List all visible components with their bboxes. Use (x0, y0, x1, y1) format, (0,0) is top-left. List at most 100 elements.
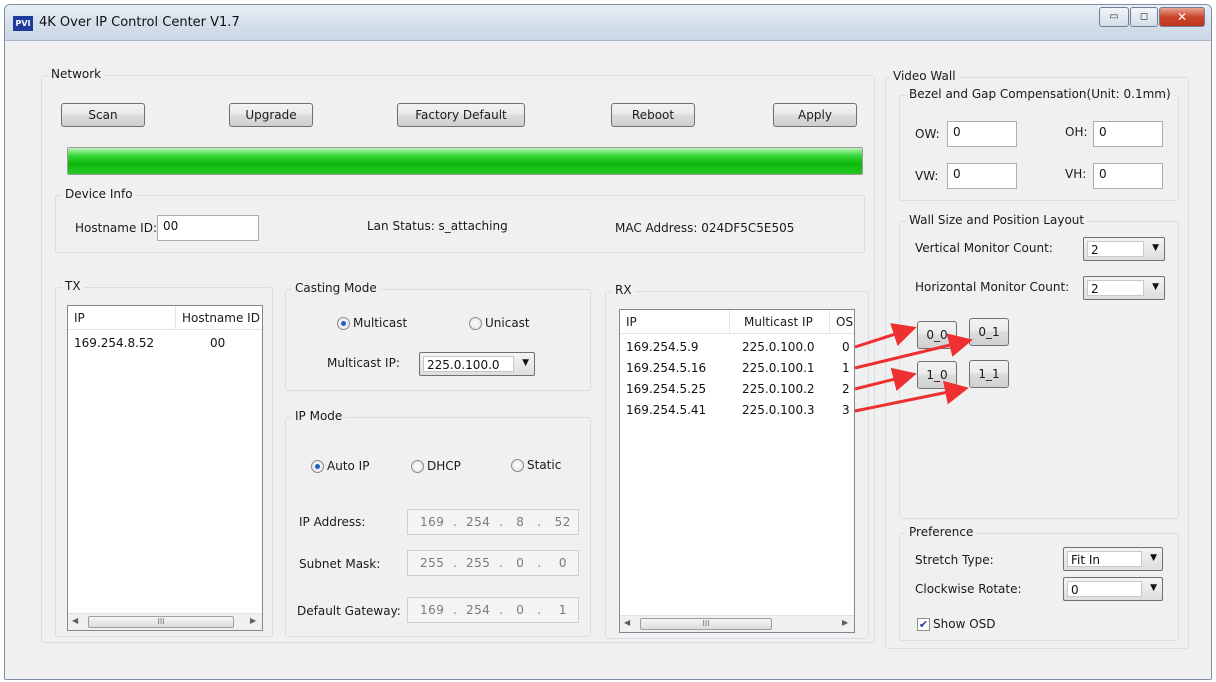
ow-input[interactable]: 0 (947, 121, 1017, 147)
unicast-radio-label[interactable]: Unicast (485, 316, 530, 330)
oh-input[interactable]: 0 (1093, 121, 1163, 147)
tx-list[interactable]: IP Hostname ID 169.254.8.52 00 ◀ III ▶ (67, 305, 263, 631)
scroll-right-arrow-icon[interactable]: ▶ (250, 616, 256, 625)
dhcp-radio-label[interactable]: DHCP (427, 459, 461, 473)
tx-row-ip: 169.254.8.52 (74, 336, 155, 350)
static-radio-label[interactable]: Static (527, 458, 561, 472)
table-row[interactable]: 169.254.8.52 00 (68, 334, 262, 355)
video-wall-label: Video Wall (890, 69, 959, 83)
horizontal-count-value: 2 (1087, 280, 1144, 296)
app-window: PVI 4K Over IP Control Center V1.7 ▭ ◻ ✕… (4, 4, 1212, 680)
vh-label: VH: (1065, 167, 1087, 181)
multicast-radio-label[interactable]: Multicast (353, 316, 407, 330)
wall-layout-label: Wall Size and Position Layout (906, 213, 1088, 227)
ip-address-field[interactable]: 169 . 254 . 8 . 52 (407, 509, 579, 535)
default-gateway-field[interactable]: 169 . 254 . 0 . 1 (407, 597, 579, 623)
rx-row-osd: 2 (842, 382, 850, 396)
multicast-ip-select[interactable]: 225.0.100.0 ▼ (419, 352, 535, 376)
table-row[interactable]: 169.254.5.41 225.0.100.3 3 (620, 401, 854, 422)
vh-input[interactable]: 0 (1093, 163, 1163, 189)
close-button[interactable]: ✕ (1159, 7, 1205, 27)
app-logo-icon: PVI (13, 16, 33, 31)
subnet-mask-field[interactable]: 255 . 255 . 0 . 0 (407, 550, 579, 576)
rx-row-multicast-ip: 225.0.100.2 (742, 382, 815, 396)
horizontal-count-select[interactable]: 2 ▼ (1083, 276, 1165, 300)
position-button-0-1[interactable]: 0_1 (969, 318, 1009, 346)
show-osd-label[interactable]: Show OSD (933, 617, 996, 631)
ip-mode-label: IP Mode (292, 409, 346, 423)
rx-horizontal-scrollbar[interactable]: ◀ III ▶ (620, 615, 854, 632)
rx-col-osd[interactable]: OSD (830, 310, 854, 334)
rx-row-ip: 169.254.5.9 (626, 340, 699, 354)
vw-label: VW: (915, 169, 939, 183)
preference-label: Preference (906, 525, 977, 539)
apply-button[interactable]: Apply (773, 103, 857, 127)
chevron-down-icon: ▼ (1152, 243, 1159, 253)
vertical-count-select[interactable]: 2 ▼ (1083, 237, 1165, 261)
stretch-type-label: Stretch Type: (915, 553, 994, 567)
table-row[interactable]: 169.254.5.16 225.0.100.1 1 (620, 359, 854, 380)
scan-button[interactable]: Scan (61, 103, 145, 127)
table-row[interactable]: 169.254.5.9 225.0.100.0 0 (620, 338, 854, 359)
lan-status-text: Lan Status: s_attaching (367, 219, 508, 233)
rx-row-multicast-ip: 225.0.100.3 (742, 403, 815, 417)
upgrade-button[interactable]: Upgrade (229, 103, 313, 127)
title-bar[interactable]: PVI 4K Over IP Control Center V1.7 ▭ ◻ ✕ (5, 5, 1211, 41)
progress-bar (67, 147, 863, 175)
position-button-1-1[interactable]: 1_1 (969, 360, 1009, 388)
casting-mode-label: Casting Mode (292, 281, 380, 295)
tx-scroll-thumb[interactable]: III (88, 616, 234, 628)
rx-row-osd: 3 (842, 403, 850, 417)
auto-ip-radio[interactable] (311, 460, 324, 473)
position-button-0-0[interactable]: 0_0 (917, 321, 957, 349)
ip-address-label: IP Address: (299, 515, 366, 529)
chevron-down-icon: ▼ (1150, 553, 1157, 563)
tx-row-hostname: 00 (210, 336, 226, 350)
scroll-right-arrow-icon[interactable]: ▶ (842, 618, 848, 627)
rx-col-ip[interactable]: IP (620, 310, 730, 334)
rx-row-multicast-ip: 225.0.100.1 (742, 361, 815, 375)
stretch-type-value: Fit In (1067, 551, 1142, 567)
clockwise-rotate-select[interactable]: 0 ▼ (1063, 577, 1163, 601)
stretch-type-select[interactable]: Fit In ▼ (1063, 547, 1163, 571)
subnet-mask-label: Subnet Mask: (299, 557, 381, 571)
rx-col-multicast-ip[interactable]: Multicast IP (730, 310, 830, 334)
tx-horizontal-scrollbar[interactable]: ◀ III ▶ (68, 613, 262, 630)
multicast-radio[interactable] (337, 317, 350, 330)
position-button-1-0[interactable]: 1_0 (917, 361, 957, 389)
rx-list-header: IP Multicast IP OSD (620, 310, 854, 334)
oh-label: OH: (1065, 125, 1088, 139)
vertical-count-label: Vertical Monitor Count: (915, 241, 1053, 255)
chevron-down-icon: ▼ (522, 358, 529, 368)
static-radio[interactable] (511, 459, 524, 472)
scroll-left-arrow-icon[interactable]: ◀ (72, 616, 78, 625)
hostname-label: Hostname ID: (75, 221, 157, 235)
device-info-label: Device Info (62, 187, 136, 201)
hostname-input[interactable]: 00 (157, 215, 259, 241)
vw-input[interactable]: 0 (947, 163, 1017, 189)
ow-label: OW: (915, 127, 940, 141)
client-area: Network Scan Upgrade Factory Default Reb… (13, 47, 1205, 671)
factory-default-button[interactable]: Factory Default (397, 103, 525, 127)
scroll-left-arrow-icon[interactable]: ◀ (624, 618, 630, 627)
reboot-button[interactable]: Reboot (611, 103, 695, 127)
vertical-count-value: 2 (1087, 241, 1144, 257)
unicast-radio[interactable] (469, 317, 482, 330)
dhcp-radio[interactable] (411, 460, 424, 473)
rx-scroll-thumb[interactable]: III (640, 618, 772, 630)
clockwise-rotate-value: 0 (1067, 581, 1142, 597)
rx-row-ip: 169.254.5.25 (626, 382, 707, 396)
show-osd-checkbox[interactable]: ✔ (917, 618, 930, 631)
clockwise-rotate-label: Clockwise Rotate: (915, 582, 1022, 596)
rx-list[interactable]: IP Multicast IP OSD 169.254.5.9 225.0.10… (619, 309, 855, 633)
maximize-button[interactable]: ◻ (1130, 7, 1158, 27)
tx-col-hostname[interactable]: Hostname ID (176, 306, 262, 330)
auto-ip-radio-label[interactable]: Auto IP (327, 459, 369, 473)
default-gateway-label: Default Gateway: (297, 604, 401, 618)
table-row[interactable]: 169.254.5.25 225.0.100.2 2 (620, 380, 854, 401)
minimize-button[interactable]: ▭ (1099, 7, 1129, 27)
chevron-down-icon: ▼ (1150, 583, 1157, 593)
tx-col-ip[interactable]: IP (68, 306, 176, 330)
window-title: 4K Over IP Control Center V1.7 (39, 15, 240, 30)
rx-row-osd: 1 (842, 361, 850, 375)
